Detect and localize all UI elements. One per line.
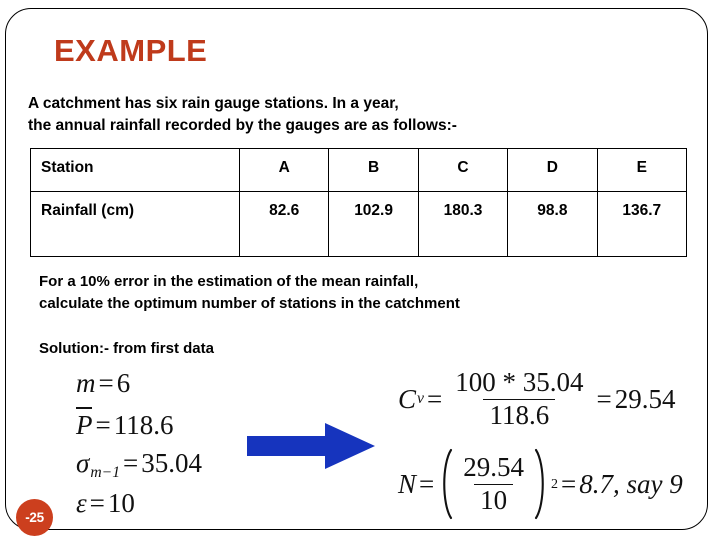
given-values-group: m = 6 P = 118.6 σm−1 = 35.04 ε = 10 <box>76 363 202 523</box>
table-cell-station-a: A <box>238 148 330 192</box>
table-header-station: Station <box>30 148 240 192</box>
right-arrow-shape <box>247 423 375 469</box>
page-title: EXAMPLE <box>54 33 208 68</box>
right-paren-icon <box>534 448 550 520</box>
left-paren-shape <box>443 448 453 520</box>
equals-sign: = <box>419 468 435 499</box>
value-pbar: 118.6 <box>113 410 174 440</box>
symbol-sigma: σ <box>76 448 90 478</box>
equals-sign: = <box>123 448 139 478</box>
fraction-denominator: 118.6 <box>483 398 556 430</box>
value-epsilon: 10 <box>107 488 135 518</box>
table-cell-rainfall-a: 82.6 <box>238 191 330 257</box>
equation-pbar: P = 118.6 <box>76 403 202 443</box>
slide-frame: EXAMPLE A catchment has six rain gauge s… <box>5 8 708 536</box>
equals-sign: = <box>98 368 114 398</box>
fraction-cv: 100 * 35.04 118.6 <box>449 368 589 429</box>
equation-sigma: σm−1 = 35.04 <box>76 443 202 483</box>
table-cell-rainfall-c: 180.3 <box>417 191 509 257</box>
equation-n: N = 29.54 10 2 = 8.7, say 9 <box>398 443 683 525</box>
solution-label: Solution:- from first data <box>39 340 214 357</box>
equals-sign: = <box>596 383 612 414</box>
value-sigma: 35.04 <box>141 448 203 478</box>
intro-paragraph: A catchment has six rain gauge stations.… <box>28 95 457 134</box>
exponent-two: 2 <box>551 475 559 492</box>
subscript-v: v <box>417 390 424 407</box>
table-row-stations: Station A B C D E <box>30 148 688 192</box>
table-cell-station-b: B <box>328 148 419 192</box>
rainfall-data-table: Station A B C D E Rainfall (cm) 82.6 102… <box>30 148 688 257</box>
value-cv-result: 29.54 <box>614 383 676 414</box>
table-cell-station-c: C <box>417 148 509 192</box>
table-cell-rainfall-e: 136.7 <box>596 191 688 257</box>
equals-sign: = <box>89 488 105 518</box>
subscript-m-minus-1: m−1 <box>90 464 121 481</box>
value-m: 6 <box>116 368 131 398</box>
fraction-numerator: 29.54 <box>463 452 524 483</box>
equation-m: m = 6 <box>76 363 202 403</box>
symbol-p-bar: P <box>76 403 93 445</box>
page-number-badge: -25 <box>16 499 53 536</box>
table-row-rainfall: Rainfall (cm) 82.6 102.9 180.3 98.8 136.… <box>30 191 688 257</box>
symbol-n: N <box>398 468 417 499</box>
equation-epsilon: ε = 10 <box>76 483 202 523</box>
computed-results-group: Cv = 100 * 35.04 118.6 = 29.54 N = 29.54 1 <box>398 361 683 525</box>
right-paren-shape <box>534 448 544 520</box>
fraction-denominator: 10 <box>474 483 514 515</box>
question-paragraph: For a 10% error in the estimation of the… <box>39 273 460 312</box>
equation-cv: Cv = 100 * 35.04 118.6 = 29.54 <box>398 361 683 437</box>
fraction-numerator: 100 * 35.04 <box>455 367 584 398</box>
table-cell-station-d: D <box>507 148 598 192</box>
table-header-rainfall: Rainfall (cm) <box>30 191 240 257</box>
equals-sign: = <box>426 383 443 414</box>
left-paren-icon <box>437 448 453 520</box>
table-cell-rainfall-b: 102.9 <box>328 191 419 257</box>
value-n-result: 8.7, say 9 <box>579 468 683 499</box>
symbol-m: m <box>76 368 96 398</box>
right-arrow-icon <box>247 421 375 471</box>
table-cell-station-e: E <box>596 148 688 192</box>
symbol-cv: C <box>398 383 417 414</box>
fraction-n: 29.54 10 <box>457 453 530 514</box>
symbol-epsilon: ε <box>76 488 87 518</box>
table-cell-rainfall-d: 98.8 <box>507 191 598 257</box>
equals-sign: = <box>95 410 111 440</box>
equals-sign: = <box>561 468 577 499</box>
